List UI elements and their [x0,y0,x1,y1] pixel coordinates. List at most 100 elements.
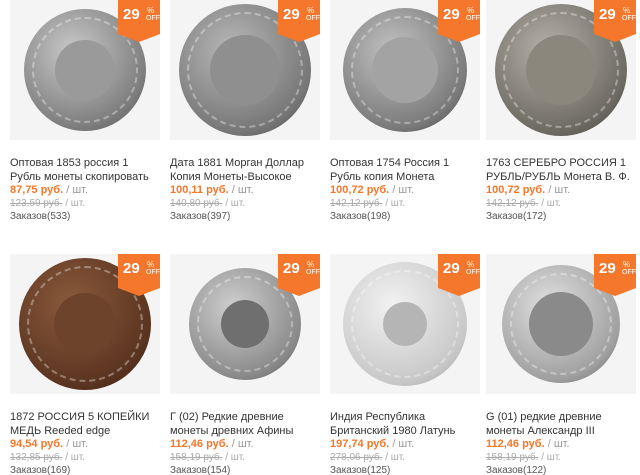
old-price: 278,06 руб. / шт. [330,452,405,463]
product-title[interactable]: Оптовая 1853 россия 1 Рубль монеты скопи… [10,156,160,184]
discount-off-label: OFF [622,269,636,276]
price-unit: / шт. [231,438,254,450]
product-image[interactable]: 29 % OFF [486,0,636,140]
discount-badge: 29 % OFF [594,0,636,42]
product-card[interactable]: 29 % OFF Г (02) Редкие древние монеты др… [170,254,320,475]
discount-off-label: OFF [466,15,480,22]
product-price: 87,75 руб. / шт. [10,184,88,196]
product-image[interactable]: 29 % OFF [10,254,160,394]
product-image[interactable]: 29 % OFF [486,254,636,394]
old-price-unit: / шт. [385,198,406,209]
product-title[interactable]: Оптовая 1754 Россия 1 Рубль копия Монета… [330,156,480,184]
product-image[interactable]: 29 % OFF [170,254,320,394]
product-card[interactable]: 29 % OFF Дата 1881 Морган Доллар Копия М… [170,0,320,225]
orders-count: Заказов(169) [10,465,71,475]
product-title[interactable]: 1872 РОССИЯ 5 КОПЕЙКИ МЕДЬ Reeded edge М… [10,410,160,438]
discount-percent: 29 [123,6,140,23]
discount-off-label: OFF [146,15,160,22]
product-image[interactable]: 29 % OFF [330,254,480,394]
orders-count: Заказов(154) [170,465,231,475]
discount-percent: 29 [443,6,460,23]
price-value: 87,75 руб. [10,184,64,196]
discount-symbol: % [307,6,315,15]
product-price: 112,46 руб. / шт. [170,438,254,450]
discount-badge: 29 % OFF [278,0,320,42]
product-price: 197,74 руб. / шт. [330,438,414,450]
old-price: 158,19 руб. / шт. [486,452,561,463]
discount-badge: 29 % OFF [438,254,480,296]
product-card[interactable]: 29 % OFF G (01) редкие древние монеты Ал… [486,254,636,475]
orders-count: Заказов(125) [330,465,391,475]
product-card[interactable]: 29 % OFF 1872 РОССИЯ 5 КОПЕЙКИ МЕДЬ Reed… [10,254,160,475]
discount-badge: 29 % OFF [118,0,160,42]
discount-symbol: % [307,260,315,269]
product-image[interactable]: 29 % OFF [330,0,480,140]
discount-percent: 29 [283,6,300,23]
price-unit: / шт. [392,184,415,196]
old-price: 140,80 руб. / шт. [170,198,245,209]
orders-count: Заказов(122) [486,465,547,475]
old-price-value: 158,19 руб. [170,452,223,463]
discount-percent: 29 [123,260,140,277]
product-card[interactable]: 29 % OFF 1763 СЕРЕБРО РОССИЯ 1 РУБЛЬ/РУБ… [486,0,636,225]
discount-off-label: OFF [306,269,320,276]
old-price-value: 278,06 руб. [330,452,383,463]
old-price-unit: / шт. [541,452,562,463]
old-price-value: 142,12 руб. [486,198,539,209]
old-price-unit: / шт. [225,198,246,209]
price-unit: / шт. [547,438,570,450]
price-value: 100,72 руб. [486,184,546,196]
product-title[interactable]: G (01) редкие древние монеты Александр I… [486,410,636,438]
discount-badge: 29 % OFF [594,254,636,296]
discount-symbol: % [623,6,631,15]
price-unit: / шт. [548,184,571,196]
product-image[interactable]: 29 % OFF [10,0,160,140]
product-price: 100,11 руб. / шт. [170,184,254,196]
old-price-unit: / шт. [65,198,86,209]
old-price: 142,12 руб. / шт. [330,198,405,209]
product-title[interactable]: Дата 1881 Морган Доллар Копия Монеты-Выс… [170,156,320,184]
product-card[interactable]: 29 % OFF Оптовая 1754 Россия 1 Рубль коп… [330,0,480,225]
old-price: 132,85 руб. / шт. [10,452,85,463]
discount-off-label: OFF [622,15,636,22]
price-unit: / шт. [392,438,415,450]
orders-count: Заказов(172) [486,211,547,222]
discount-percent: 29 [599,260,616,277]
discount-percent: 29 [283,260,300,277]
discount-badge: 29 % OFF [278,254,320,296]
price-value: 112,46 руб. [486,438,545,450]
discount-symbol: % [623,260,631,269]
discount-badge: 29 % OFF [438,0,480,42]
product-card[interactable]: 29 % OFF Индия Республика Британский 198… [330,254,480,475]
old-price: 123,59 руб. / шт. [10,198,85,209]
orders-count: Заказов(198) [330,211,391,222]
price-unit: / шт. [66,184,89,196]
price-value: 197,74 руб. [330,438,390,450]
product-image[interactable]: 29 % OFF [170,0,320,140]
old-price: 158,19 руб. / шт. [170,452,245,463]
discount-percent: 29 [599,6,616,23]
old-price-unit: / шт. [65,452,86,463]
old-price-value: 123,59 руб. [10,198,63,209]
discount-symbol: % [467,6,475,15]
product-title[interactable]: Индия Республика Британский 1980 Латунь … [330,410,480,438]
discount-off-label: OFF [146,269,160,276]
orders-count: Заказов(533) [10,211,71,222]
price-value: 94,54 руб. [10,438,64,450]
discount-symbol: % [467,260,475,269]
old-price-value: 132,85 руб. [10,452,63,463]
old-price-unit: / шт. [385,452,406,463]
product-price: 112,46 руб. / шт. [486,438,570,450]
price-value: 112,46 руб. [170,438,229,450]
product-title[interactable]: Г (02) Редкие древние монеты древних Афи… [170,410,320,438]
old-price-value: 158,19 руб. [486,452,539,463]
product-card[interactable]: 29 % OFF Оптовая 1853 россия 1 Рубль мон… [10,0,160,225]
discount-percent: 29 [443,260,460,277]
product-price: 94,54 руб. / шт. [10,438,88,450]
price-unit: / шт. [66,438,89,450]
price-value: 100,11 руб. [170,184,229,196]
price-unit: / шт. [231,184,254,196]
product-title[interactable]: 1763 СЕРЕБРО РОССИЯ 1 РУБЛЬ/РУБЛЬ Монета… [486,156,636,184]
discount-symbol: % [147,6,155,15]
old-price: 142,12 руб. / шт. [486,198,561,209]
